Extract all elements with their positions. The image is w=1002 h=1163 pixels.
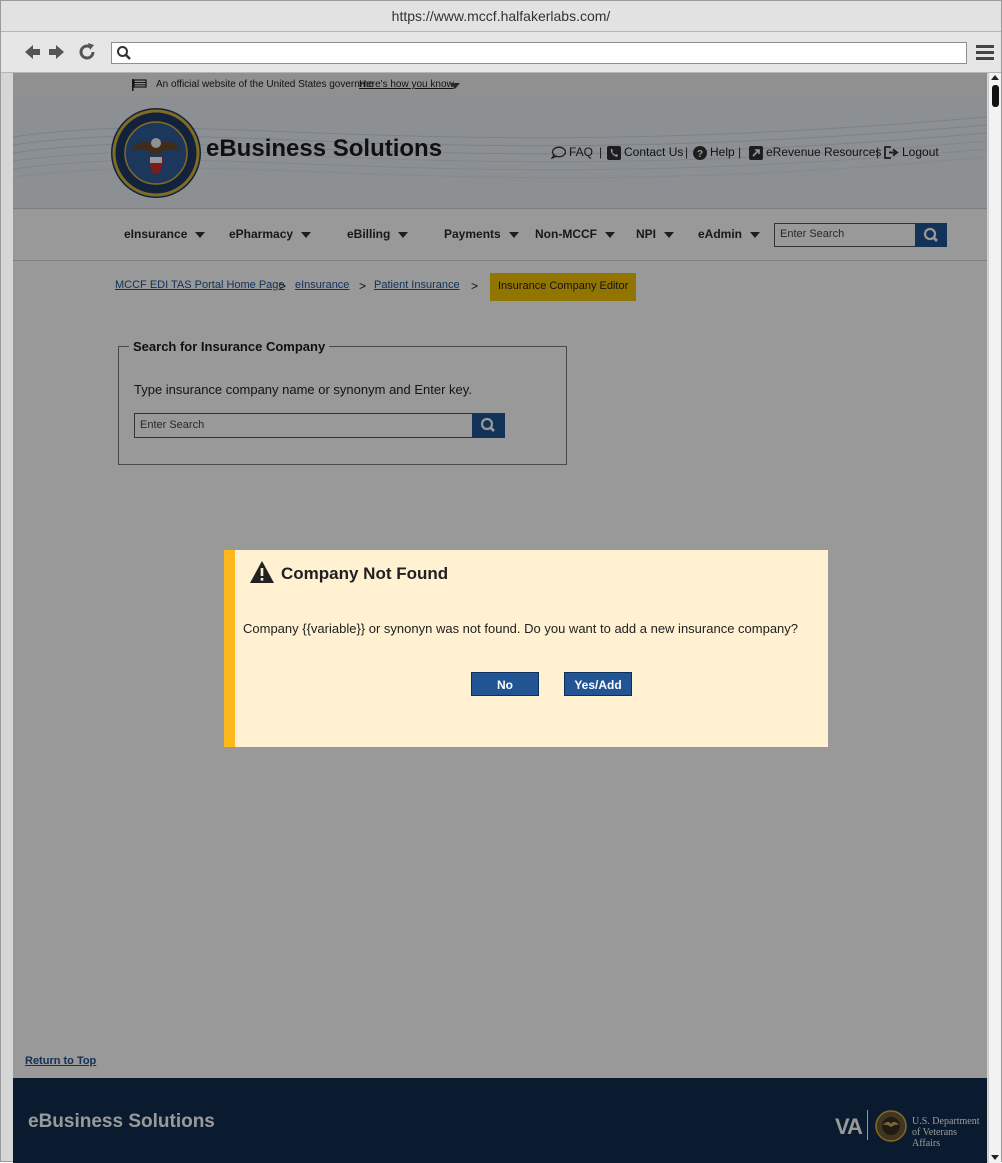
- url-bar[interactable]: https://www.mccf.halfakerlabs.com/: [1, 1, 1001, 32]
- scroll-up-arrow-icon[interactable]: [991, 75, 999, 80]
- scroll-down-arrow-icon[interactable]: [991, 1155, 999, 1160]
- page-scrollbar[interactable]: [988, 73, 1001, 1163]
- web-page: An official website of the United States…: [13, 73, 987, 1163]
- company-not-found-dialog: Company Not Found Company {{variable}} o…: [224, 550, 828, 747]
- no-button[interactable]: No: [471, 672, 539, 696]
- scroll-thumb[interactable]: [992, 85, 999, 107]
- browser-window: https://www.mccf.halfakerlabs.com/ An of…: [0, 0, 1002, 1163]
- yes-add-button[interactable]: Yes/Add: [564, 672, 632, 696]
- warning-icon: [250, 561, 274, 583]
- menu-icon[interactable]: [976, 45, 994, 61]
- reload-icon[interactable]: [76, 41, 98, 63]
- browser-toolbar: [1, 32, 1001, 73]
- forward-arrow-icon[interactable]: [46, 41, 68, 63]
- back-arrow-icon[interactable]: [21, 41, 43, 63]
- dialog-title: Company Not Found: [281, 564, 449, 583]
- url-text: https://www.mccf.halfakerlabs.com/: [391, 8, 611, 24]
- dialog-message: Company {{variable}} or synonyn was not …: [243, 621, 799, 636]
- search-icon: [117, 46, 131, 60]
- address-input[interactable]: [111, 42, 967, 64]
